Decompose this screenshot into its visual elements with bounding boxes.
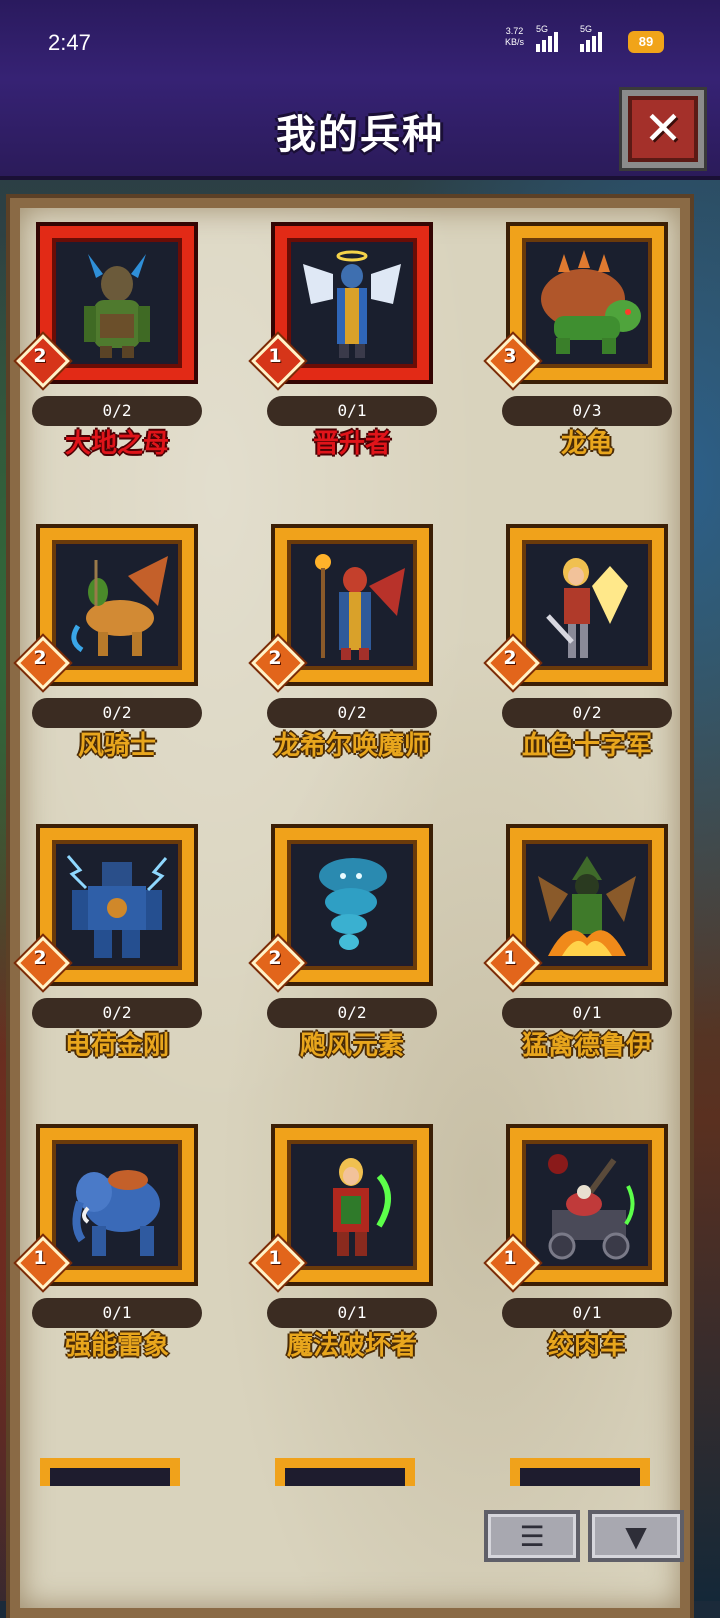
list-icon: ☰: [519, 1520, 545, 1553]
ascendant-angel-art: [293, 244, 411, 362]
level-badge: 1: [16, 1236, 70, 1290]
level-badge: 2: [251, 936, 305, 990]
unit-card-partial[interactable]: [510, 1458, 650, 1486]
unit-name: 飑风元素: [299, 1031, 404, 1061]
unit-count: 0/2: [267, 998, 437, 1028]
level-badge: 1: [251, 334, 305, 388]
status-bar: 2:47 3.72 KB/s 5G 5G 89: [0, 0, 720, 80]
level-badge: 3: [486, 334, 540, 388]
signal-icon-2: 5G: [580, 24, 610, 52]
level-badge: 2: [251, 636, 305, 690]
unit-count: 0/2: [32, 698, 202, 728]
page-title: 我的兵种: [276, 112, 444, 158]
unit-count: 0/2: [502, 698, 672, 728]
unit-count: 0/1: [32, 1298, 202, 1328]
unit-count: 0/3: [502, 396, 672, 426]
net-speed-value: 3.72: [505, 26, 524, 36]
filter-icon: ▼: [625, 1520, 647, 1553]
meat-wagon-art: [528, 1146, 646, 1264]
close-button[interactable]: ✕: [622, 90, 704, 168]
level-badge: 1: [486, 936, 540, 990]
raptor-druid-art: [528, 846, 646, 964]
level-badge: 2: [16, 636, 70, 690]
wind-rider-art: [58, 546, 176, 664]
unit-name: 风骑士: [77, 731, 156, 761]
net-speed-unit: KB/s: [505, 37, 525, 47]
level-badge: 2: [486, 636, 540, 690]
unit-count: 0/2: [32, 396, 202, 426]
crusader-art: [528, 546, 646, 664]
charged-golem-art: [58, 846, 176, 964]
battery-icon: 89: [628, 31, 664, 53]
unit-card-partial[interactable]: [40, 1458, 180, 1486]
unit-count: 0/2: [267, 698, 437, 728]
close-x-icon: ✕: [643, 101, 683, 155]
unit-count: 0/1: [502, 1298, 672, 1328]
unit-name: 龙龟: [560, 429, 613, 459]
unit-count: 0/2: [32, 998, 202, 1028]
unit-card-partial[interactable]: [275, 1458, 415, 1486]
header-bar: 2:47 3.72 KB/s 5G 5G 89 我的兵种 ✕: [0, 0, 720, 180]
dragon-summoner-art: [293, 546, 411, 664]
dragon-turtle-art: [528, 244, 646, 362]
sim2-label: 5G: [580, 24, 593, 34]
level-badge: 2: [16, 334, 70, 388]
unit-name: 晋升者: [312, 429, 391, 459]
unit-name: 强能雷象: [64, 1331, 169, 1361]
unit-name: 血色十字军: [521, 731, 652, 761]
filter-button[interactable]: ▼: [588, 1510, 684, 1562]
level-badge: 1: [251, 1236, 305, 1290]
unit-name: 绞肉车: [547, 1331, 626, 1361]
signal-icon-1: 5G: [536, 24, 566, 52]
storm-elemental-art: [293, 846, 411, 964]
earth-mother-art: [58, 244, 176, 362]
thunder-elephant-art: [58, 1146, 176, 1264]
unit-count: 0/1: [267, 1298, 437, 1328]
level-badge: 2: [16, 936, 70, 990]
status-time: 2:47: [48, 30, 91, 55]
spellbreaker-art: [293, 1146, 411, 1264]
sim1-label: 5G: [536, 24, 549, 34]
unit-name: 猛禽德鲁伊: [521, 1031, 652, 1061]
unit-name: 大地之母: [64, 429, 169, 459]
unit-count: 0/1: [267, 396, 437, 426]
network-speed: 3.72 KB/s: [505, 26, 524, 48]
unit-count: 0/1: [502, 998, 672, 1028]
unit-name: 电荷金刚: [64, 1031, 169, 1061]
list-view-button[interactable]: ☰: [484, 1510, 580, 1562]
unit-name: 龙希尔唤魔师: [273, 731, 430, 761]
unit-name: 魔法破坏者: [286, 1331, 417, 1361]
level-badge: 1: [486, 1236, 540, 1290]
